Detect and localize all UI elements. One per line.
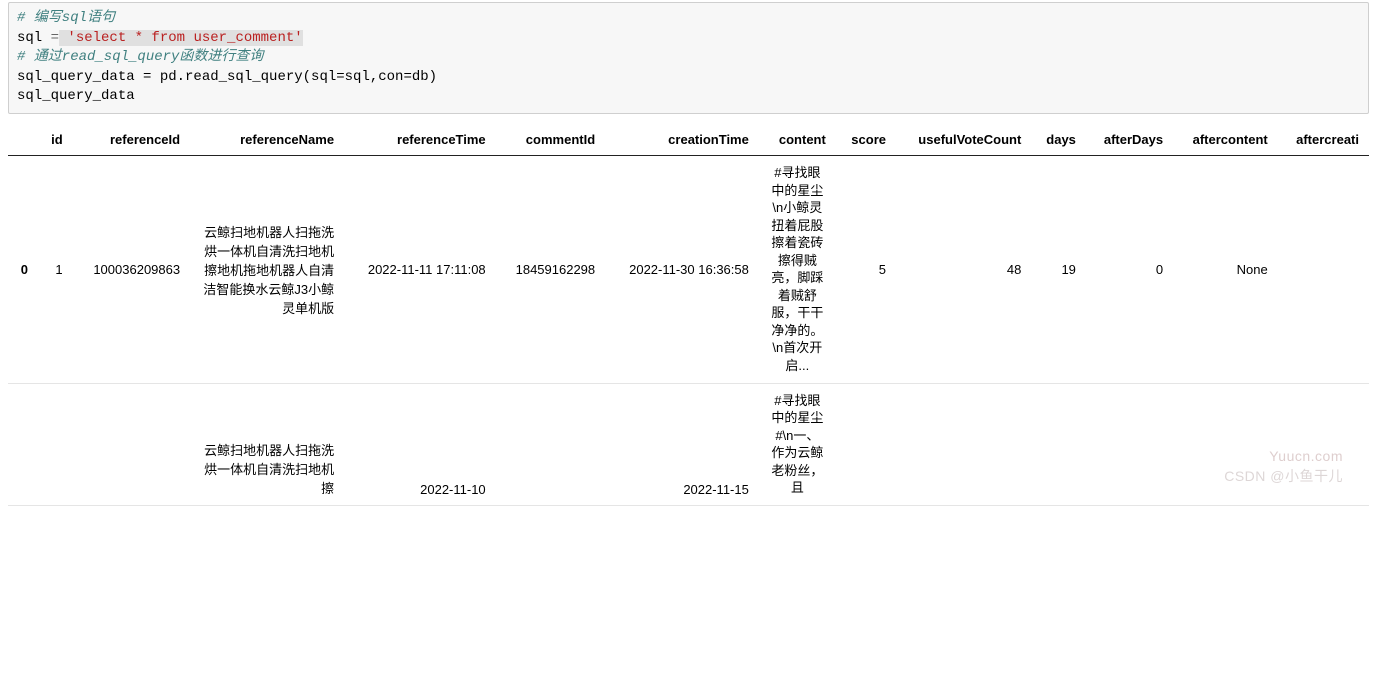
cell-content: #寻找眼中的星尘#\n一、作为云鲸老粉丝，且 [759, 383, 836, 505]
code-line-4: sql_query_data = pd.read_sql_query(sql=s… [17, 69, 437, 85]
table-header-row: id referenceId referenceName referenceTi… [8, 124, 1369, 156]
cell-referenceTime: 2022-11-10 [344, 383, 496, 505]
col-referenceTime: referenceTime [344, 124, 496, 156]
col-usefulVoteCount: usefulVoteCount [896, 124, 1031, 156]
watermark-yuucn: Yuucn.com [1269, 448, 1343, 464]
cell-creationTime: 2022-11-30 16:36:58 [605, 155, 759, 383]
table-row: 0 1 100036209863 云鲸扫地机器人扫拖洗烘一体机自清洗扫地机擦地机… [8, 155, 1369, 383]
col-aftercreati: aftercreati [1278, 124, 1369, 156]
col-aftercontent: aftercontent [1173, 124, 1278, 156]
col-id: id [38, 124, 73, 156]
code-input-cell[interactable]: # 编写sql语句 sql = 'select * from user_comm… [8, 2, 1369, 114]
table-row: 云鲸扫地机器人扫拖洗烘一体机自清洗扫地机擦 2022-11-10 2022-11… [8, 383, 1369, 505]
col-index [8, 124, 38, 156]
cell-commentId: 18459162298 [496, 155, 605, 383]
cell-days [1031, 383, 1086, 505]
cell-aftercreati [1278, 155, 1369, 383]
col-referenceName: referenceName [190, 124, 344, 156]
cell-referenceTime: 2022-11-11 17:11:08 [344, 155, 496, 383]
dataframe-table: id referenceId referenceName referenceTi… [8, 124, 1369, 506]
cell-creationTime: 2022-11-15 [605, 383, 759, 505]
code-line-5: sql_query_data [17, 88, 135, 104]
col-creationTime: creationTime [605, 124, 759, 156]
col-content: content [759, 124, 836, 156]
cell-referenceId [73, 383, 190, 505]
cell-index [8, 383, 38, 505]
cell-index: 0 [8, 155, 38, 383]
cell-referenceId: 100036209863 [73, 155, 190, 383]
code-comment-1: # 编写sql语句 [17, 10, 115, 26]
watermark-csdn: CSDN @小鱼干儿 [1224, 466, 1343, 486]
cell-usefulVoteCount: 48 [896, 155, 1031, 383]
cell-commentId [496, 383, 605, 505]
code-var-sql: sql [17, 30, 51, 46]
cell-afterDays [1086, 383, 1173, 505]
cell-referenceName: 云鲸扫地机器人扫拖洗烘一体机自清洗扫地机擦地机拖地机器人自清洁智能换水云鲸J3小… [190, 155, 344, 383]
cell-content: #寻找眼中的星尘 \n小鲸灵扭着屁股擦着瓷砖擦得贼亮，脚踩着贼舒服，干干净净的。… [759, 155, 836, 383]
cell-usefulVoteCount [896, 383, 1031, 505]
cell-score: 5 [836, 155, 896, 383]
cell-id [38, 383, 73, 505]
cell-score [836, 383, 896, 505]
code-comment-2: # 通过read_sql_query函数进行查询 [17, 49, 263, 65]
output-dataframe-area: id referenceId referenceName referenceTi… [8, 124, 1369, 506]
cell-id: 1 [38, 155, 73, 383]
cell-days: 19 [1031, 155, 1086, 383]
col-afterDays: afterDays [1086, 124, 1173, 156]
cell-aftercontent: None [1173, 155, 1278, 383]
cell-afterDays: 0 [1086, 155, 1173, 383]
col-commentId: commentId [496, 124, 605, 156]
code-string-sql: 'select * from user_comment' [59, 30, 303, 46]
cell-aftercreati [1278, 383, 1369, 505]
code-eq: = [51, 30, 59, 46]
cell-referenceName: 云鲸扫地机器人扫拖洗烘一体机自清洗扫地机擦 [190, 383, 344, 505]
cell-aftercontent [1173, 383, 1278, 505]
col-referenceId: referenceId [73, 124, 190, 156]
col-score: score [836, 124, 896, 156]
col-days: days [1031, 124, 1086, 156]
